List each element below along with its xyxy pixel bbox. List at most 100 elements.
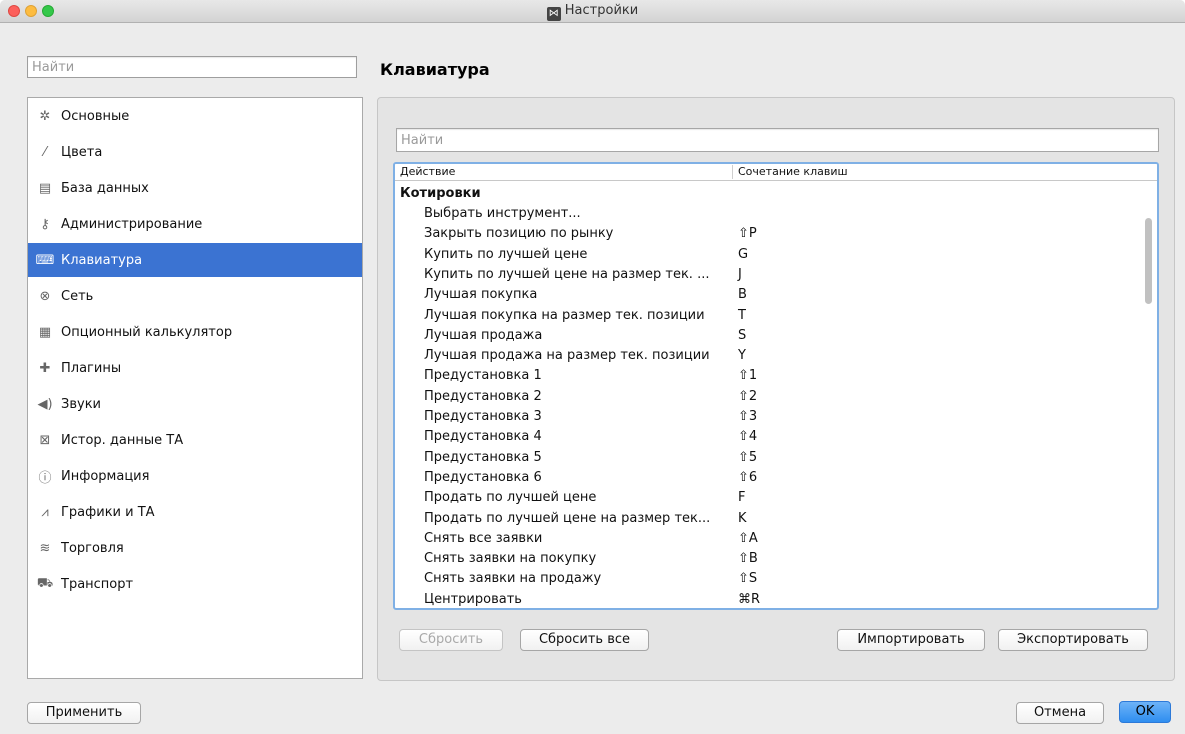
table-group-row[interactable]: Котировки xyxy=(395,184,1135,204)
shortcut-search-input[interactable] xyxy=(397,129,1158,151)
sidebar-item-puzzle[interactable]: ✚ Плагины xyxy=(28,351,362,385)
table-row[interactable]: Предустановка 6 ⇧6 xyxy=(395,468,1135,488)
sidebar-item-network[interactable]: ⊗ Сеть xyxy=(28,279,362,313)
shortcut-cell[interactable]: ⇧3 xyxy=(738,407,757,427)
ok-button[interactable]: OK xyxy=(1119,701,1171,723)
speaker-icon: ◀) xyxy=(37,396,53,412)
table-row[interactable]: Лучшая продажа на размер тек. позиции Y xyxy=(395,346,1135,366)
shortcut-cell[interactable]: ⌘R xyxy=(738,590,760,608)
import-button[interactable]: Импортировать xyxy=(837,629,985,651)
keyboard-icon: ⌨ xyxy=(35,252,55,268)
key-icon: ⚷ xyxy=(40,216,50,232)
shortcut-cell[interactable]: F xyxy=(738,488,745,508)
action-cell: Предустановка 6 xyxy=(424,469,542,485)
column-divider[interactable] xyxy=(732,165,733,179)
calculator-icon: ▦ xyxy=(38,324,52,340)
table-row[interactable]: Продать по лучшей цене F xyxy=(395,488,1135,508)
sidebar-search-field[interactable] xyxy=(27,56,357,78)
sidebar-item-label: Истор. данные ТА xyxy=(61,432,184,448)
action-cell: Выбрать инструмент... xyxy=(424,206,581,221)
table-row[interactable]: Выбрать инструмент... xyxy=(395,204,1135,224)
action-cell: Предустановка 5 xyxy=(424,449,542,465)
shortcut-cell[interactable]: ⇧2 xyxy=(738,387,757,407)
sidebar-item-label: Транспорт xyxy=(61,576,134,592)
action-cell: Купить по лучшей цене на размер тек. ... xyxy=(424,266,710,282)
table-row[interactable]: Снять заявки на покупку ⇧B xyxy=(395,549,1135,569)
sidebar-item-info[interactable]: ⓘ Информация xyxy=(28,459,362,493)
table-row[interactable]: Предустановка 5 ⇧5 xyxy=(395,448,1135,468)
table-row[interactable]: Предустановка 2 ⇧2 xyxy=(395,387,1135,407)
apply-button[interactable]: Применить xyxy=(27,702,141,724)
history-chart-icon: ⊠ xyxy=(39,432,51,448)
group-label: Котировки xyxy=(400,186,481,201)
vertical-scrollbar[interactable] xyxy=(1144,182,1153,608)
sidebar-item-label: База данных xyxy=(61,180,149,196)
window-title-text: Настройки xyxy=(564,3,639,18)
table-row[interactable]: Предустановка 4 ⇧4 xyxy=(395,427,1135,447)
table-row[interactable]: Закрыть позицию по рынку ⇧P xyxy=(395,224,1135,244)
sidebar-item-label: Администрирование xyxy=(61,216,203,232)
sidebar-item-database[interactable]: ▤ База данных xyxy=(28,171,362,205)
action-cell: Лучшая продажа xyxy=(424,327,543,343)
shortcut-cell[interactable]: ⇧B xyxy=(738,549,758,569)
sidebar-item-transport[interactable]: ⛟ Транспорт xyxy=(28,567,362,601)
settings-category-list: ✲ Основные ⁄ Цвета ▤ База данных ⚷ Администриро… xyxy=(27,97,363,679)
table-row[interactable]: Лучшая покупка B xyxy=(395,285,1135,305)
reset-button[interactable]: Сбросить xyxy=(399,629,503,651)
shortcut-cell[interactable]: Y xyxy=(738,346,746,366)
table-row[interactable]: Предустановка 3 ⇧3 xyxy=(395,407,1135,427)
shortcut-cell[interactable]: ⇧1 xyxy=(738,366,757,386)
shortcuts-table[interactable]: Действие Сочетание клавиш Котировки Выбра… xyxy=(393,162,1159,610)
sidebar-item-label: Звуки xyxy=(61,396,101,412)
shortcut-cell[interactable]: ⇧P xyxy=(738,224,757,244)
sidebar-item-speaker[interactable]: ◀) Звуки xyxy=(28,387,362,421)
action-cell: Центрировать xyxy=(424,591,522,607)
table-row[interactable]: Центрировать ⌘R xyxy=(395,590,1135,608)
section-title: Клавиатура xyxy=(380,60,490,79)
table-row[interactable]: Купить по лучшей цене G xyxy=(395,245,1135,265)
shortcut-cell[interactable]: ⇧4 xyxy=(738,427,757,447)
sidebar-item-label: Сеть xyxy=(61,288,94,304)
gear-icon: ✲ xyxy=(39,108,51,124)
cancel-button[interactable]: Отмена xyxy=(1016,702,1104,724)
export-button[interactable]: Экспортировать xyxy=(998,629,1148,651)
table-row[interactable]: Продать по лучшей цене на размер тек... K xyxy=(395,509,1135,529)
shortcut-cell[interactable]: J xyxy=(738,265,742,285)
sidebar-item-history-chart[interactable]: ⊠ Истор. данные ТА xyxy=(28,423,362,457)
column-header-shortcut[interactable]: Сочетание клавиш xyxy=(738,165,848,178)
sidebar-item-keyboard[interactable]: ⌨ Клавиатура xyxy=(28,243,362,277)
shortcut-cell[interactable]: K xyxy=(738,509,747,529)
network-icon: ⊗ xyxy=(39,288,51,304)
sidebar-item-chart[interactable]: ⩘ Графики и ТА xyxy=(28,495,362,529)
table-row[interactable]: Снять все заявки ⇧A xyxy=(395,529,1135,549)
table-row[interactable]: Предустановка 1 ⇧1 xyxy=(395,366,1135,386)
shortcut-cell[interactable]: S xyxy=(738,326,746,346)
sidebar-item-calculator[interactable]: ▦ Опционный калькулятор xyxy=(28,315,362,349)
sidebar-search-input[interactable] xyxy=(28,57,356,77)
sidebar-item-label: Графики и ТА xyxy=(61,504,155,520)
action-cell: Снять заявки на продажу xyxy=(424,571,602,587)
reset-all-button[interactable]: Сбросить все xyxy=(520,629,649,651)
table-row[interactable]: Лучшая продажа S xyxy=(395,326,1135,346)
table-row[interactable]: Лучшая покупка на размер тек. позиции T xyxy=(395,306,1135,326)
title-bar: ⋈ Настройки xyxy=(0,0,1185,23)
sidebar-item-gear[interactable]: ✲ Основные xyxy=(28,99,362,133)
shortcut-cell[interactable]: ⇧5 xyxy=(738,448,757,468)
sidebar-item-label: Торговля xyxy=(61,540,124,556)
table-row[interactable]: Купить по лучшей цене на размер тек. ...… xyxy=(395,265,1135,285)
shortcut-cell[interactable]: B xyxy=(738,285,747,305)
sidebar-item-label: Опционный калькулятор xyxy=(61,324,233,340)
column-header-action[interactable]: Действие xyxy=(400,165,455,178)
shortcut-cell[interactable]: G xyxy=(738,245,748,265)
action-cell: Предустановка 1 xyxy=(424,368,542,384)
shortcut-cell[interactable]: ⇧S xyxy=(738,569,757,589)
table-row[interactable]: Снять заявки на продажу ⇧S xyxy=(395,569,1135,589)
sidebar-item-coins[interactable]: ≋ Торговля xyxy=(28,531,362,565)
shortcut-cell[interactable]: ⇧A xyxy=(738,529,758,549)
sidebar-item-key[interactable]: ⚷ Администрирование xyxy=(28,207,362,241)
sidebar-item-brush[interactable]: ⁄ Цвета xyxy=(28,135,362,169)
shortcut-cell[interactable]: ⇧6 xyxy=(738,468,757,488)
shortcut-search-field[interactable] xyxy=(396,128,1159,152)
scrollbar-thumb[interactable] xyxy=(1145,218,1152,304)
shortcut-cell[interactable]: T xyxy=(738,306,746,326)
